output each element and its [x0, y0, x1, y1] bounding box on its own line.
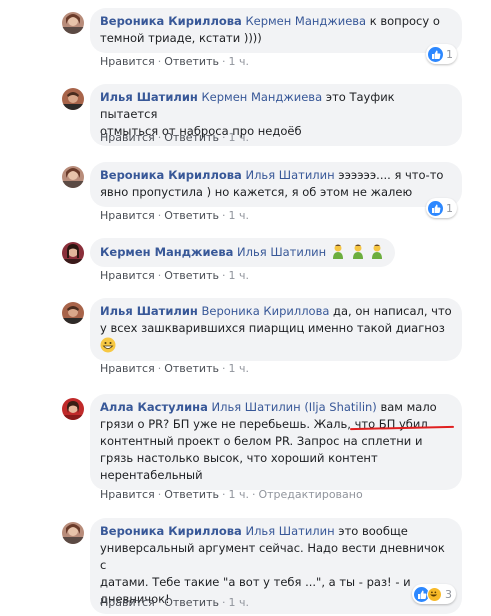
like-link[interactable]: Нравится	[100, 488, 155, 501]
reaction-badge[interactable]: 1	[426, 44, 457, 64]
comment-author[interactable]: Илья Шатилин	[100, 90, 198, 104]
comment-mention[interactable]: Кермен Манджиева	[201, 90, 322, 104]
comment-text-line: ээээээ.... я что-то	[334, 168, 444, 182]
comment-time[interactable]: 1 ч.	[228, 269, 249, 282]
comment-mention[interactable]: Илья Шатилин	[245, 524, 334, 538]
avatar[interactable]	[62, 166, 84, 188]
like-icon	[428, 200, 443, 216]
comment-mention[interactable]: Илья Шатилин	[245, 168, 334, 182]
comment-bubble: Илья Шатилин Вероника Кириллова да, он н…	[90, 298, 462, 361]
like-link[interactable]: Нравится	[100, 209, 155, 222]
haha-icon	[427, 586, 442, 602]
like-link[interactable]: Нравится	[100, 362, 155, 375]
reaction-badge[interactable]: 1	[426, 198, 457, 218]
comment-bubble: Вероника Кириллова Илья Шатилин ээээээ..…	[90, 162, 462, 207]
comment-time[interactable]: 1 ч.	[228, 131, 249, 144]
man-gesturing-icon	[332, 244, 343, 259]
comment-bubble: Алла Кастулина Илья Шатилин (Ilja Shatil…	[90, 394, 462, 490]
reaction-count: 1	[446, 201, 453, 215]
comment-author[interactable]: Алла Кастулина	[100, 400, 208, 414]
comment-time[interactable]: 1 ч.	[228, 596, 249, 609]
comment-bubble: Вероника Кириллова Кермен Манджиева к во…	[90, 8, 462, 53]
comment-time[interactable]: 1 ч.	[228, 55, 249, 68]
comment-actions: Нравится · Ответить · 1 ч.	[100, 55, 249, 68]
reaction-count: 3	[445, 587, 452, 601]
avatar[interactable]	[62, 398, 84, 420]
reply-link[interactable]: Ответить	[164, 55, 219, 68]
comment-author[interactable]: Вероника Кириллова	[100, 168, 242, 182]
avatar[interactable]	[62, 12, 84, 34]
comment-author[interactable]: Вероника Кириллова	[100, 524, 242, 538]
like-link[interactable]: Нравится	[100, 131, 155, 144]
comment-actions: Нравится · Ответить · 1 ч.	[100, 269, 249, 282]
comment-text-line: явно пропустила ) но кажется, я об этом …	[100, 185, 413, 199]
comment-text-line: контентный проект о белом PR. Запрос на …	[100, 434, 423, 448]
comment-mention[interactable]: Илья Шатилин	[237, 245, 326, 259]
comment-text-line: универсальный аргумент сейчас. Надо вест…	[100, 541, 445, 572]
like-icon	[428, 46, 443, 62]
man-gesturing-icon	[352, 244, 363, 259]
reply-link[interactable]: Ответить	[164, 269, 219, 282]
comment-text-line: это вообще	[334, 524, 408, 538]
reply-link[interactable]: Ответить	[164, 131, 219, 144]
comment-mention[interactable]: Кермен Манджиева	[245, 14, 366, 28]
like-link[interactable]: Нравится	[100, 55, 155, 68]
comment-actions: Нравится · Ответить · 1 ч.	[100, 209, 249, 222]
comment-text-line: нерентабельный	[100, 468, 203, 482]
comment-mention[interactable]: Илья Шатилин (Ilja Shatilin)	[212, 400, 377, 414]
reply-link[interactable]: Ответить	[164, 209, 219, 222]
edited-label[interactable]: Отредактировано	[258, 488, 362, 501]
like-link[interactable]: Нравится	[100, 269, 155, 282]
comment-text-line: грязь настолько высок, что хороший конте…	[100, 451, 378, 465]
reaction-badge[interactable]: 3	[412, 584, 456, 604]
reply-link[interactable]: Ответить	[164, 488, 219, 501]
comment-text-line: темной триаде, кстати ))))	[100, 31, 262, 45]
comment-text-line: датами. Тебе такие "а вот у тебя ...", а…	[100, 575, 411, 589]
comment-actions: Нравится · Ответить · 1 ч.	[100, 596, 249, 609]
avatar[interactable]	[62, 242, 84, 264]
comment-author[interactable]: Кермен Манджиева	[100, 245, 233, 259]
comment-actions: Нравится · Ответить · 1 ч.	[100, 362, 249, 375]
comment-text-line: к вопросу о	[366, 14, 440, 28]
reply-link[interactable]: Ответить	[164, 362, 219, 375]
reaction-count: 1	[446, 47, 453, 61]
like-link[interactable]: Нравится	[100, 596, 155, 609]
comment-time[interactable]: 1 ч.	[228, 209, 249, 222]
avatar[interactable]	[62, 302, 84, 324]
comment-time[interactable]: 1 ч.	[228, 362, 249, 375]
comment-text-line: да, он написал, что	[329, 304, 452, 318]
avatar[interactable]	[62, 88, 84, 110]
reply-link[interactable]: Ответить	[164, 596, 219, 609]
comment-text-line: у всех зашкварившихся пиарщиц именно так…	[100, 321, 445, 335]
comment-time[interactable]: 1 ч.	[228, 488, 249, 501]
comment-author[interactable]: Вероника Кириллова	[100, 14, 242, 28]
avatar[interactable]	[62, 522, 84, 544]
comment-actions: Нравится · Ответить · 1 ч. · Отредактировано	[100, 488, 363, 501]
comment-bubble: Кермен Манджиева Илья Шатилин	[90, 238, 396, 267]
man-gesturing-icon	[372, 244, 383, 259]
comment-text-line: вам мало	[376, 400, 437, 414]
grinning-face-icon	[100, 337, 116, 353]
comment-author[interactable]: Илья Шатилин	[100, 304, 198, 318]
comment-actions: Нравится · Ответить · 1 ч.	[100, 131, 249, 144]
comment-mention[interactable]: Вероника Кириллова	[201, 304, 329, 318]
